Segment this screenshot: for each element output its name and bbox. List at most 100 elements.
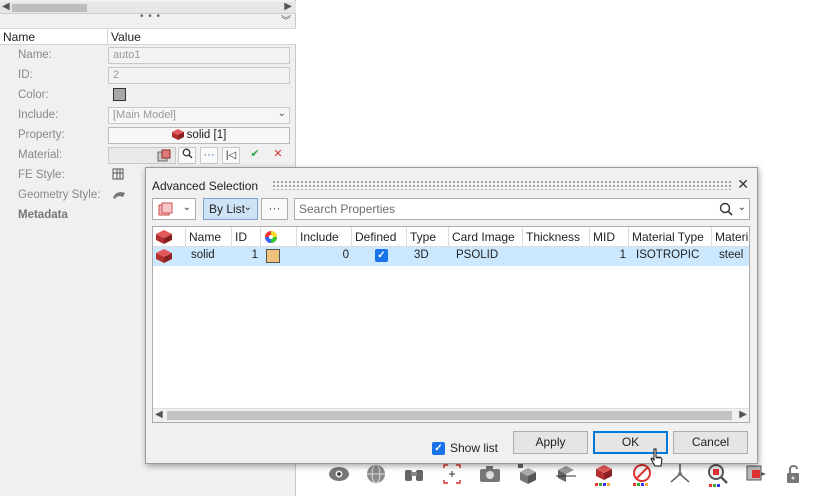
column-header-card-image[interactable]: Card Image [449,227,523,247]
color-row: Color: [0,86,296,106]
include-label: Include: [18,109,59,121]
table-row[interactable]: solid 1 0 ✓ 3D PSOLID 1 ISOTROPIC steel [153,247,749,266]
material-field[interactable] [108,147,176,164]
column-header-name[interactable]: Name [186,227,232,247]
include-select[interactable]: [Main Model] ⌄ [108,107,290,124]
color-swatch[interactable] [113,88,126,101]
include-row: Include: [Main Model] ⌄ [0,106,296,126]
fe-mesh-icon[interactable] [112,168,124,180]
first-icon[interactable]: |◁ [222,147,240,164]
property-row: Property: solid [1] [0,126,296,146]
material-icon [157,149,171,162]
name-label: Name: [18,49,52,61]
scroll-thumb[interactable] [12,4,87,12]
cell-material: steel [719,249,744,261]
search-input[interactable] [297,200,697,218]
material-more-button[interactable]: ··· [200,147,218,164]
cancel-button[interactable]: Cancel [673,431,748,454]
binoculars-icon[interactable] [402,462,426,488]
chevron-down-icon: ⌄ [182,202,191,213]
camera-icon[interactable] [478,462,502,488]
property-cube-icon [156,249,172,263]
unlock-icon[interactable] [782,462,806,488]
cell-thickness [523,247,590,266]
scroll-left-icon[interactable]: ◀ [155,409,163,420]
property-button[interactable]: solid [1] [108,127,290,144]
column-header-id[interactable]: ID [232,227,261,247]
column-header-color[interactable] [261,227,297,247]
reject-x-icon[interactable]: ✕ [269,147,287,164]
geometry-style-label: Geometry Style: [18,189,101,201]
properties-table: Name ID Include Defined Type Card Image … [152,226,750,423]
isolate-display-icon[interactable] [744,462,768,488]
name-field[interactable]: auto1 [108,47,290,64]
dialog-drag-handle[interactable] [272,180,732,190]
table-horizontal-scrollbar[interactable]: ◀ ▶ [153,408,749,422]
scroll-thumb[interactable] [167,411,732,420]
panel-splitter[interactable]: • • • [140,11,161,22]
material-search-button[interactable] [178,147,196,164]
collapse-chevron-icon[interactable]: ︾ [281,12,291,27]
show-list-checkbox[interactable]: ✓ [432,442,445,455]
apply-button[interactable]: Apply [513,431,588,454]
column-header-include[interactable]: Include [297,227,352,247]
cell-color[interactable] [261,247,297,266]
globe-icon[interactable] [364,462,388,488]
cube-explode-icon[interactable] [516,462,540,488]
scroll-left-icon[interactable]: ◀ [2,1,10,12]
filter-mode-label: By List [209,202,246,216]
focus-target-icon[interactable] [440,462,464,488]
scroll-right-icon[interactable]: ▶ [739,409,747,420]
property-color-swatch[interactable] [266,249,280,263]
header-entity-icon-cell [153,227,186,247]
property-table-header: Name Value [0,28,296,45]
cell-type: 3D [414,249,429,261]
include-value: [Main Model] [113,109,176,121]
column-header-thickness[interactable]: Thickness [523,227,590,247]
cell-defined[interactable]: ✓ [352,247,407,266]
close-icon[interactable]: ✕ [737,176,749,193]
axis-triad-icon[interactable] [668,462,692,488]
table-header: Name ID Include Defined Type Card Image … [153,227,749,247]
advanced-selection-dialog: Advanced Selection ✕ ⌄ By List ⌄ ··· ⌄ N… [145,167,758,467]
magnify-element-icon[interactable] [706,462,730,488]
entity-type-selector[interactable]: ⌄ [152,198,196,220]
cell-id: 1 [251,249,258,261]
search-box[interactable]: ⌄ [294,198,750,220]
column-header-material-type[interactable]: Material Type [629,227,712,247]
fe-style-label: FE Style: [18,169,65,181]
geometry-style-icon[interactable] [112,190,126,200]
filter-mode-dropdown[interactable]: By List ⌄ [203,198,258,220]
search-icon [182,148,192,159]
property-color-icon[interactable] [592,462,616,488]
more-options-button[interactable]: ··· [261,198,288,220]
property-value: solid [1] [186,129,227,141]
chevron-down-icon[interactable]: ⌄ [738,202,746,213]
show-list-label: Show list [450,441,499,455]
id-label: ID: [18,69,33,81]
section-cut-icon[interactable] [554,462,578,488]
id-field[interactable]: 2 [108,67,290,84]
id-row: ID: 2 [0,66,296,86]
cell-card-image: PSOLID [456,249,499,261]
eye-icon[interactable] [326,462,350,488]
column-header-material[interactable]: Materi [712,227,749,247]
cell-include: 0 [342,249,349,261]
property-cube-icon [156,230,172,244]
chevron-down-icon: ⌄ [243,202,252,213]
search-icon[interactable] [719,202,733,216]
column-header-type[interactable]: Type [407,227,449,247]
cell-name: solid [191,249,215,261]
metadata-label: Metadata [18,209,68,221]
row-entity-icon-cell [153,247,186,266]
name-row: Name: auto1 [0,46,296,66]
color-wheel-icon [265,231,277,243]
property-label: Property: [18,129,65,141]
material-label: Material: [18,149,63,161]
column-header-defined[interactable]: Defined [352,227,407,247]
defined-checkbox[interactable]: ✓ [375,249,388,262]
value-column-header: Value [111,30,141,44]
column-header-mid[interactable]: MID [590,227,629,247]
scroll-right-icon[interactable]: ▶ [284,1,292,12]
accept-check-icon[interactable]: ✔ [246,147,264,164]
